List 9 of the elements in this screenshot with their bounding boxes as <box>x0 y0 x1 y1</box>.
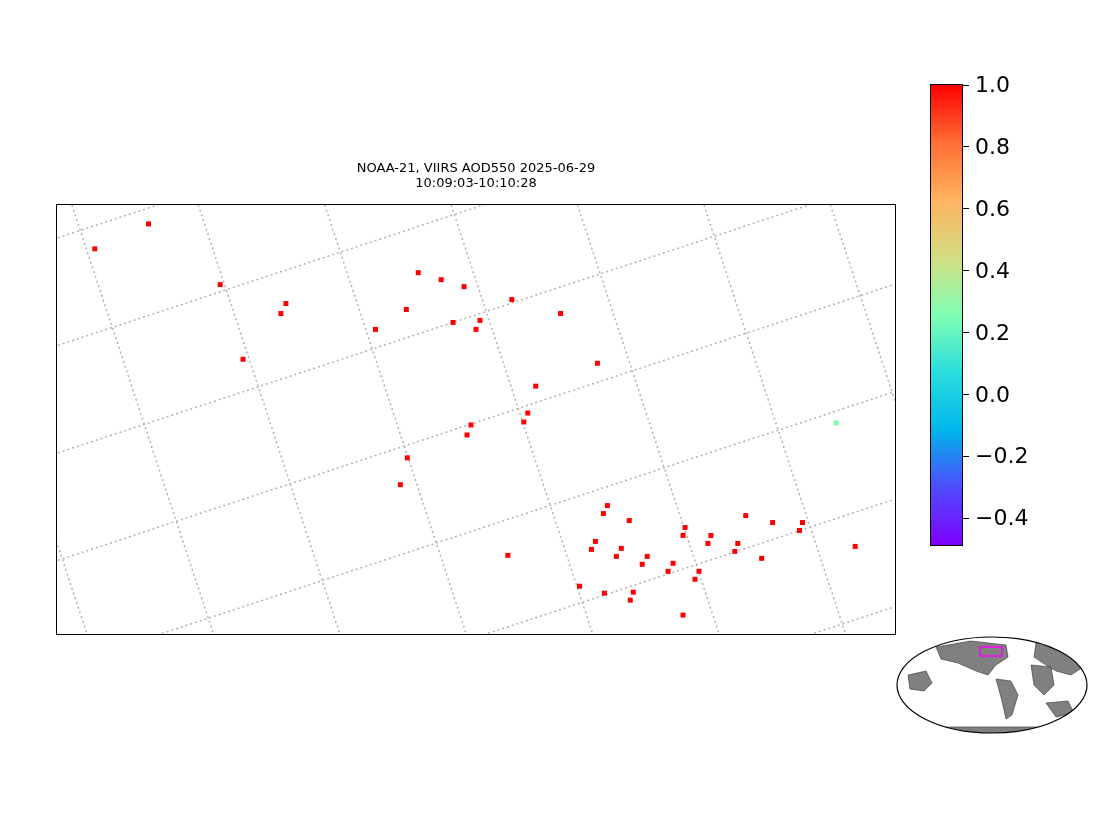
colorbar-tick-label: 0.0 <box>975 382 1010 407</box>
colorbar-tick-label: 0.6 <box>975 196 1010 221</box>
colorbar-tick-label: −0.2 <box>975 444 1029 469</box>
plot-title: NOAA-21, VIIRS AOD550 2025-06-29 10:09:03-10:10:28 <box>355 160 597 190</box>
colorbar-tick-label: −0.4 <box>975 506 1029 531</box>
colorbar-tick-label: 0.2 <box>975 320 1010 345</box>
colorbar-tick-label: 0.8 <box>975 134 1010 159</box>
colorbar-tick-label: 1.0 <box>975 73 1010 97</box>
colorbar-tick-label: 0.4 <box>975 258 1010 283</box>
